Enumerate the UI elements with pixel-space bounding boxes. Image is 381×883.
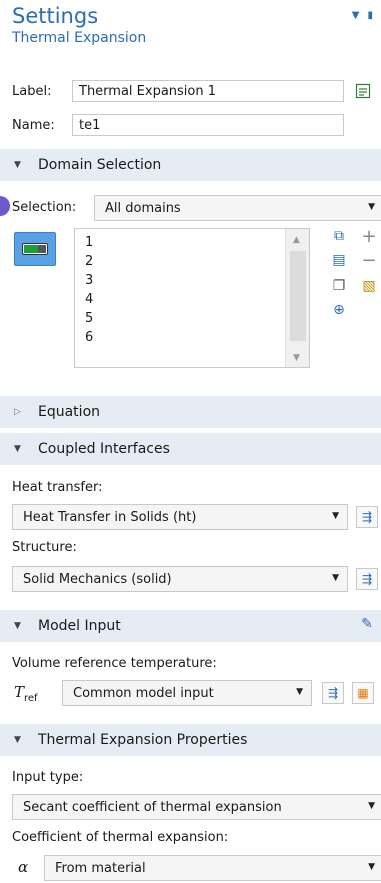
copy-selection-icon[interactable]: ▤ bbox=[330, 252, 348, 268]
remove-icon[interactable]: − bbox=[360, 250, 378, 271]
alpha-symbol: α bbox=[18, 858, 29, 876]
section-equation[interactable]: ▷ Equation bbox=[0, 396, 381, 428]
scroll-thumb[interactable] bbox=[290, 251, 306, 341]
heat-transfer-label: Heat transfer: bbox=[12, 480, 103, 495]
section-title: Thermal Expansion Properties bbox=[38, 732, 248, 748]
section-title: Equation bbox=[38, 404, 101, 420]
expand-triangle-icon: ▼ bbox=[14, 160, 21, 170]
selection-value: All domains bbox=[105, 200, 181, 216]
list-item[interactable]: 3 bbox=[75, 271, 309, 290]
t-ref-symbol: Tref bbox=[14, 683, 38, 704]
section-title: Domain Selection bbox=[38, 157, 162, 173]
selection-combo[interactable]: All domains ▼ bbox=[94, 195, 381, 221]
expand-triangle-icon: ▼ bbox=[14, 444, 21, 454]
go-to-source-icon[interactable]: ⇶ bbox=[356, 506, 378, 528]
chevron-down-icon: ▼ bbox=[368, 801, 375, 811]
list-item[interactable]: 5 bbox=[75, 309, 309, 328]
toggle-switch-icon bbox=[22, 243, 48, 255]
list-item[interactable]: 4 bbox=[75, 290, 309, 309]
section-model-input[interactable]: ▼ Model Input bbox=[0, 610, 381, 642]
edit-pencil-icon[interactable]: ✎ bbox=[358, 616, 376, 632]
go-to-source-icon[interactable]: ⇶ bbox=[356, 568, 378, 590]
collapse-arrow-icon[interactable]: ▼ bbox=[352, 10, 360, 21]
input-type-label: Input type: bbox=[12, 770, 84, 785]
heat-transfer-value: Heat Transfer in Solids (ht) bbox=[23, 509, 197, 525]
section-coupled-interfaces[interactable]: ▼ Coupled Interfaces bbox=[0, 433, 381, 465]
structure-combo[interactable]: Solid Mechanics (solid) ▼ bbox=[12, 566, 348, 592]
collapsed-triangle-icon: ▷ bbox=[14, 407, 21, 417]
go-to-source-icon[interactable]: ⇶ bbox=[322, 682, 344, 704]
add-icon[interactable]: + bbox=[360, 226, 378, 247]
structure-value: Solid Mechanics (solid) bbox=[23, 571, 172, 587]
input-type-value: Secant coefficient of thermal expansion bbox=[23, 799, 282, 815]
active-toggle-button[interactable] bbox=[14, 232, 56, 266]
input-type-combo[interactable]: Secant coefficient of thermal expansion … bbox=[12, 794, 381, 820]
scroll-down-icon[interactable]: ▼ bbox=[293, 353, 300, 363]
section-title: Model Input bbox=[38, 618, 121, 634]
section-title: Coupled Interfaces bbox=[38, 441, 170, 457]
list-item[interactable]: 1 bbox=[75, 233, 309, 252]
list-item[interactable]: 6 bbox=[75, 328, 309, 347]
header-icons: ▼ ▮ bbox=[352, 10, 373, 21]
zoom-to-selection-icon[interactable]: ⊕ bbox=[330, 302, 348, 318]
selection-label: Selection: bbox=[12, 200, 77, 215]
edit-label-icon[interactable] bbox=[352, 80, 374, 102]
expand-triangle-icon: ▼ bbox=[14, 735, 21, 745]
name-row: Name: te1 bbox=[12, 114, 344, 136]
model-input-settings-icon[interactable]: ▦ bbox=[352, 682, 374, 704]
coefficient-label: Coefficient of thermal expansion: bbox=[12, 830, 229, 845]
structure-label: Structure: bbox=[12, 540, 77, 555]
domain-list: 123456 bbox=[75, 229, 309, 347]
expand-triangle-icon: ▼ bbox=[14, 621, 21, 631]
chevron-down-icon: ▼ bbox=[332, 511, 339, 521]
list-item[interactable]: 2 bbox=[75, 252, 309, 271]
domain-listbox[interactable]: 123456 ▲ ▼ bbox=[74, 228, 310, 368]
chevron-down-icon: ▼ bbox=[332, 573, 339, 583]
model-input-value: Common model input bbox=[73, 685, 214, 701]
symbol-base: T bbox=[14, 683, 25, 701]
paste-selection-icon[interactable]: ⧉ bbox=[330, 228, 348, 244]
page-title: Settings bbox=[12, 4, 99, 28]
chevron-down-icon: ▼ bbox=[368, 862, 375, 872]
label-row: Label: Thermal Expansion 1 bbox=[12, 80, 374, 102]
chevron-down-icon: ▼ bbox=[368, 202, 375, 212]
volume-ref-temp-label: Volume reference temperature: bbox=[12, 656, 217, 671]
symbol-subscript: ref bbox=[24, 693, 38, 704]
settings-header: Settings Thermal Expansion bbox=[12, 4, 146, 46]
pin-icon[interactable]: ▮ bbox=[367, 10, 373, 21]
chevron-down-icon: ▼ bbox=[296, 687, 303, 697]
name-field-label: Name: bbox=[12, 117, 55, 133]
heat-transfer-combo[interactable]: Heat Transfer in Solids (ht) ▼ bbox=[12, 504, 348, 530]
page-subtitle: Thermal Expansion bbox=[12, 30, 147, 46]
clipboard-icon[interactable]: ❐ bbox=[330, 278, 348, 294]
coefficient-value: From material bbox=[55, 860, 146, 876]
clear-selection-icon[interactable]: ▧ bbox=[360, 278, 378, 294]
section-thermal-expansion-properties[interactable]: ▼ Thermal Expansion Properties bbox=[0, 724, 381, 756]
scroll-up-icon[interactable]: ▲ bbox=[293, 235, 300, 245]
label-input[interactable]: Thermal Expansion 1 bbox=[72, 80, 344, 102]
coefficient-combo[interactable]: From material ▼ bbox=[44, 855, 381, 881]
name-input[interactable]: te1 bbox=[72, 114, 344, 136]
listbox-scrollbar[interactable]: ▲ ▼ bbox=[285, 229, 309, 367]
label-field-label: Label: bbox=[12, 83, 52, 99]
section-domain-selection[interactable]: ▼ Domain Selection bbox=[0, 149, 381, 181]
selection-marker-icon bbox=[0, 196, 10, 216]
model-input-combo[interactable]: Common model input ▼ bbox=[62, 680, 312, 706]
